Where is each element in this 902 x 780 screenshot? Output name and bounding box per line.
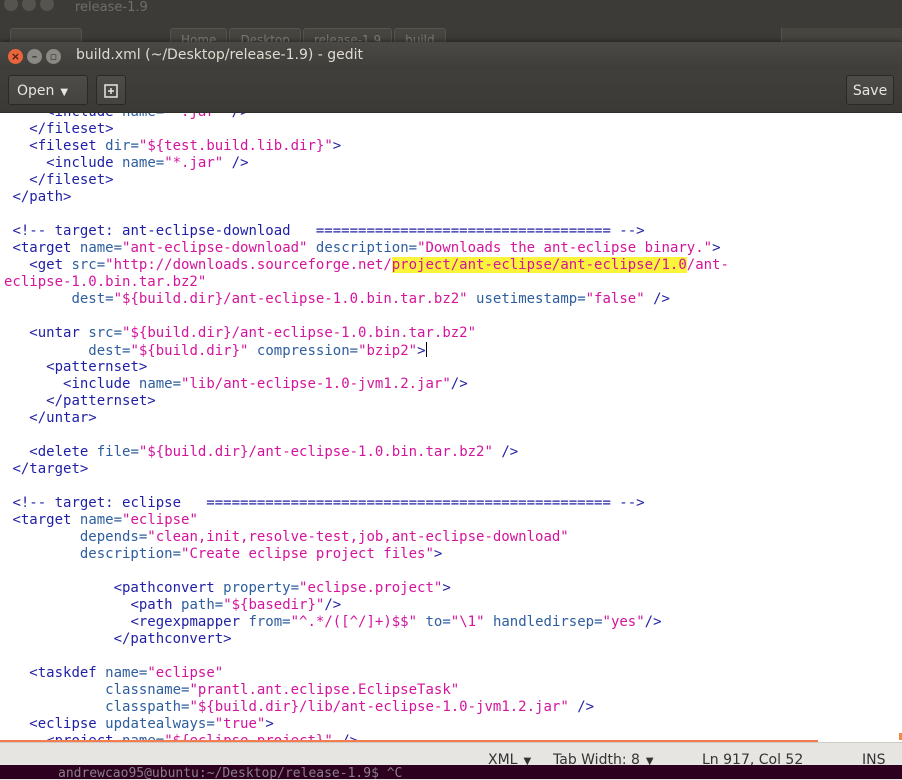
new-document-icon: [104, 84, 118, 98]
new-tab-button[interactable]: [96, 75, 126, 105]
terminal-window: andrewcao95@ubuntu:~/Desktop/release-1.9…: [0, 765, 902, 779]
maximize-icon[interactable]: [40, 0, 54, 11]
terminal-prompt: andrewcao95@ubuntu:~/Desktop/release-1.9…: [58, 766, 403, 779]
code-content[interactable]: <include name="*.jar" /> </fileset> <fil…: [4, 113, 729, 740]
background-window-title: release-1.9: [75, 0, 148, 15]
titlebar: × – ▫ build.xml (~/Desktop/release-1.9) …: [0, 42, 902, 70]
chevron-down-icon: ▼: [60, 87, 69, 98]
headerbar: Open ▼ Save: [0, 70, 902, 113]
open-button[interactable]: Open ▼: [8, 75, 88, 105]
text-cursor: [425, 342, 427, 357]
window-controls: × – ▫: [8, 49, 61, 64]
close-icon[interactable]: ×: [8, 49, 23, 64]
window-title: build.xml (~/Desktop/release-1.9) - gedi…: [76, 47, 364, 63]
maximize-icon[interactable]: ▫: [46, 49, 61, 64]
save-button[interactable]: Save: [846, 75, 894, 105]
minimize-icon[interactable]: [22, 0, 36, 11]
minimize-icon[interactable]: –: [27, 49, 42, 64]
close-icon[interactable]: [4, 0, 18, 11]
open-button-label: Open: [17, 83, 55, 99]
gedit-window: × – ▫ build.xml (~/Desktop/release-1.9) …: [0, 42, 902, 780]
background-window-controls: [4, 0, 58, 15]
text-editor[interactable]: <include name="*.jar" /> </fileset> <fil…: [0, 113, 902, 740]
background-titlebar: release-1.9: [0, 0, 902, 22]
